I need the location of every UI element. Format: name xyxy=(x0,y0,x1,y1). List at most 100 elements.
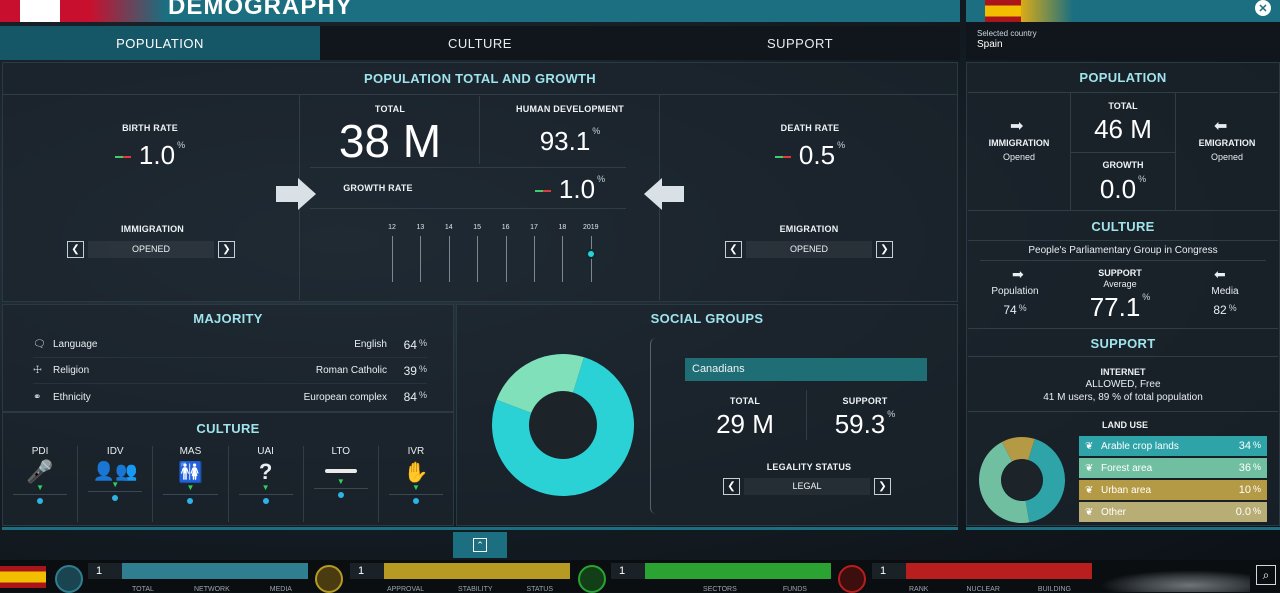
right-growth-value: 0.0% xyxy=(1099,174,1147,204)
land-use-row[interactable]: ❦ Arable crop lands 34% xyxy=(1079,436,1267,456)
panel-bottom-accent xyxy=(2,527,958,530)
party-name: People's Parliamentary Group in Congress xyxy=(1028,245,1218,256)
government-level: 1 xyxy=(350,563,384,579)
timeline-tick xyxy=(562,236,564,282)
world-map-thumbnail[interactable] xyxy=(1100,570,1250,592)
birth-rate-value: 1.0% xyxy=(100,140,200,171)
spain-flag xyxy=(985,0,1021,22)
land-use-list: ❦ Arable crop lands 34% ❦ Forest area 36% ❦ Urb… xyxy=(1079,436,1267,524)
immigration-prev-button[interactable]: ❮ xyxy=(67,240,84,258)
timeline-tick xyxy=(392,236,393,282)
selected-country-value[interactable]: Spain xyxy=(977,39,1003,50)
right-culture-title: CULTURE xyxy=(1091,219,1155,234)
emigration-value: OPENED xyxy=(746,240,872,258)
divider xyxy=(968,240,1278,241)
emigration-next-button[interactable]: ❯ xyxy=(876,240,893,258)
right-immigration-value: Opened xyxy=(1002,152,1036,162)
legality-next-button[interactable]: ❯ xyxy=(874,477,891,495)
timeline-current-marker[interactable] xyxy=(585,249,596,259)
selected-country-label: Selected country xyxy=(977,29,1037,38)
population-level: 1 xyxy=(88,563,122,579)
c-population-label: Population xyxy=(991,286,1039,297)
death-rate-label: DEATH RATE xyxy=(780,123,840,133)
immigration-value: OPENED xyxy=(88,240,214,258)
divider xyxy=(968,411,1278,412)
divider xyxy=(806,390,807,440)
military-level: 1 xyxy=(872,563,906,579)
c-support-value: 77.1% xyxy=(1089,292,1151,322)
timeline-tick xyxy=(477,236,479,282)
land-use-icon: ❦ xyxy=(1085,506,1094,518)
tab-bar: POPULATION CULTURE SUPPORT xyxy=(0,26,960,60)
legality-value: LEGAL xyxy=(744,477,870,495)
divider xyxy=(968,92,1278,93)
culture-dim-lto[interactable]: LTO ▼ xyxy=(304,446,379,522)
military-icon[interactable] xyxy=(838,565,866,593)
language-icon: 🗨 xyxy=(33,339,46,350)
social-groups-donut[interactable] xyxy=(490,352,636,498)
divider xyxy=(1175,92,1176,210)
divider xyxy=(1070,92,1071,210)
arrow-left-icon: ⬅ xyxy=(1214,118,1228,135)
land-use-row[interactable]: ❦ Urban area 10% xyxy=(1079,480,1267,500)
land-use-row[interactable]: ❦ Other 0.0% xyxy=(1079,502,1267,522)
group-name-bar[interactable]: Canadians xyxy=(685,358,927,381)
culture-dim-uai[interactable]: UAI ? ▼ xyxy=(229,446,304,522)
arrow-right-icon xyxy=(276,178,316,210)
death-rate-value: 0.5% xyxy=(760,140,860,171)
timeline-tick-label: 17 xyxy=(530,224,538,231)
c-media-value: 82% xyxy=(1213,303,1237,317)
c-media-label: Media xyxy=(1211,286,1239,297)
immigration-next-button[interactable]: ❯ xyxy=(218,240,235,258)
timeline-tick xyxy=(590,236,592,282)
spain-flag[interactable] xyxy=(0,566,46,588)
divider xyxy=(968,328,1278,329)
land-use-donut[interactable] xyxy=(978,436,1066,524)
expand-button[interactable]: ⌃ xyxy=(453,532,507,558)
c-support-sub: Average xyxy=(1103,279,1137,289)
arrow-left-icon: ⬅ xyxy=(1214,266,1226,282)
majority-row: ⚭ Ethnicity European complex 84% xyxy=(33,390,427,404)
land-use-icon: ❦ xyxy=(1085,440,1094,452)
religion-icon: ☩ xyxy=(33,365,42,376)
hdi-value: 93.1% xyxy=(539,126,601,156)
economy-bar[interactable] xyxy=(645,563,831,579)
people-icon: 👤👥 xyxy=(92,461,138,481)
timeline[interactable]: 12 13 14 15 16 17 18 2019 xyxy=(380,224,610,284)
government-bar[interactable] xyxy=(384,563,570,579)
timeline-tick xyxy=(505,236,507,282)
culture-dim-pdi[interactable]: PDI 🎤 ▼ xyxy=(3,446,79,522)
legality-prev-button[interactable]: ❮ xyxy=(723,477,740,495)
right-panel-accent xyxy=(966,527,1280,530)
hand-icon: ✋ xyxy=(403,462,429,484)
tab-culture[interactable]: CULTURE xyxy=(320,26,640,60)
emigration-prev-button[interactable]: ❮ xyxy=(725,240,742,258)
land-use-row[interactable]: ❦ Forest area 36% xyxy=(1079,458,1267,478)
close-icon[interactable]: ✕ xyxy=(1255,0,1271,16)
internet-label: INTERNET xyxy=(1100,367,1146,377)
tab-population[interactable]: POPULATION xyxy=(0,26,320,60)
page-title: DEMOGRAPHY xyxy=(168,0,353,20)
group-total-value: 29 M xyxy=(716,409,774,439)
right-growth-label: GROWTH xyxy=(1102,160,1144,170)
timeline-tick-label: 14 xyxy=(444,224,453,231)
military-bar[interactable] xyxy=(906,563,1092,579)
panel-title: SOCIAL GROUPS xyxy=(650,311,764,326)
search-icon[interactable]: ⌕ xyxy=(1256,565,1276,585)
government-icon[interactable] xyxy=(315,565,343,593)
culture-dim-idv[interactable]: IDV 👤👥 ▼ xyxy=(78,446,154,522)
culture-dim-mas[interactable]: MAS 🚻 ▼ xyxy=(153,446,229,522)
growth-rate-label: GROWTH RATE xyxy=(343,183,413,193)
land-use-label: Other xyxy=(1101,506,1127,518)
arrow-right-icon: ➡ xyxy=(1012,266,1024,282)
timeline-tick-label: 15 xyxy=(473,224,482,231)
group-support-value: 59.3% xyxy=(834,409,896,439)
population-icon[interactable] xyxy=(55,565,83,593)
tab-support[interactable]: SUPPORT xyxy=(640,26,960,60)
land-use-icon: ❦ xyxy=(1085,484,1094,496)
donut-hole xyxy=(1002,460,1042,500)
population-bar[interactable] xyxy=(122,563,308,579)
panel-title: MAJORITY xyxy=(193,311,263,326)
economy-icon[interactable] xyxy=(578,565,606,593)
culture-dim-ivr[interactable]: IVR ✋ ▼ xyxy=(379,446,453,522)
